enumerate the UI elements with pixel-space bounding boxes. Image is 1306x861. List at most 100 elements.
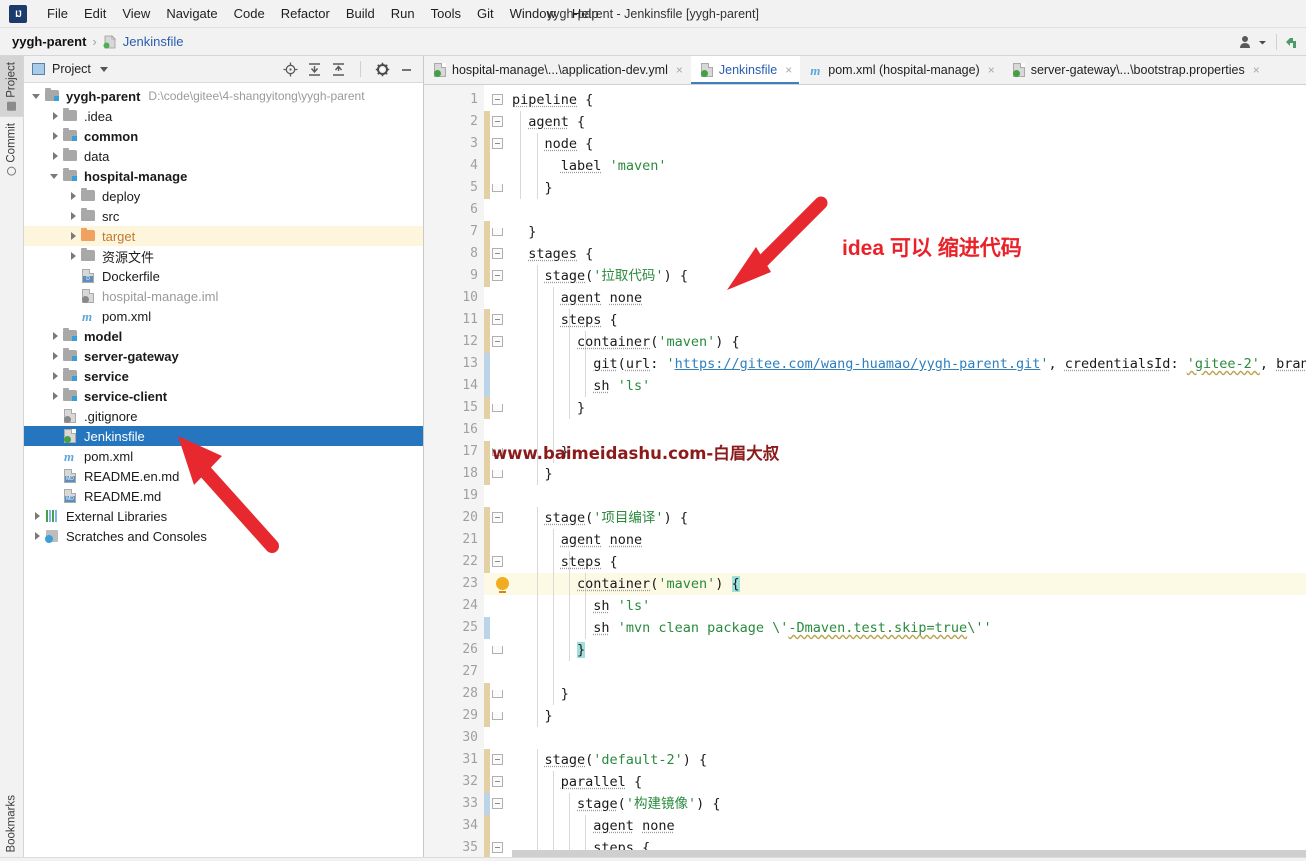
- tree-node-model[interactable]: model: [24, 326, 423, 346]
- code-folding-column[interactable]: [490, 85, 506, 861]
- code-line[interactable]: }: [512, 177, 553, 199]
- tree-node-common[interactable]: common: [24, 126, 423, 146]
- menu-tools[interactable]: Tools: [423, 3, 469, 24]
- menu-build[interactable]: Build: [338, 3, 383, 24]
- code-line[interactable]: container('maven') {: [512, 573, 740, 595]
- code-line[interactable]: }: [512, 683, 569, 705]
- tree-node-data[interactable]: data: [24, 146, 423, 166]
- tree-node-service[interactable]: service: [24, 366, 423, 386]
- tree-node-dockerfile[interactable]: D Dockerfile: [24, 266, 423, 286]
- sidebar-item-bookmarks[interactable]: Bookmarks: [0, 789, 23, 859]
- tree-node-server-gateway[interactable]: server-gateway: [24, 346, 423, 366]
- code-line[interactable]: stage('构建镜像') {: [512, 793, 720, 815]
- code-line[interactable]: agent none: [512, 529, 642, 551]
- code-line[interactable]: git(url: 'https://gitee.com/wang-huamao/…: [512, 353, 1306, 375]
- menu-refactor[interactable]: Refactor: [273, 3, 338, 24]
- fold-collapse-icon[interactable]: [492, 116, 503, 127]
- code-line[interactable]: agent none: [512, 815, 674, 837]
- fold-collapse-icon[interactable]: [492, 336, 503, 347]
- tree-node-target[interactable]: target: [24, 226, 423, 246]
- fold-collapse-icon[interactable]: [492, 754, 503, 765]
- chevron-down-icon[interactable]: [99, 66, 108, 72]
- tree-node-idea[interactable]: .idea: [24, 106, 423, 126]
- chevron-right-icon[interactable]: [68, 211, 79, 222]
- collapse-all-icon[interactable]: [331, 62, 346, 77]
- code-line[interactable]: agent none: [512, 287, 642, 309]
- code-line[interactable]: pipeline {: [512, 89, 593, 111]
- fold-collapse-icon[interactable]: [492, 94, 503, 105]
- code-line[interactable]: }: [512, 221, 536, 243]
- fold-end-icon[interactable]: [492, 470, 503, 478]
- code-line[interactable]: }: [512, 705, 553, 727]
- editor-tab-bar[interactable]: hospital-manage\...\application-dev.yml ×…: [424, 56, 1306, 85]
- chevron-right-icon[interactable]: [68, 231, 79, 242]
- code-line[interactable]: sh 'ls': [512, 595, 650, 617]
- chevron-right-icon[interactable]: [68, 191, 79, 202]
- menu-run[interactable]: Run: [383, 3, 423, 24]
- fold-end-icon[interactable]: [492, 712, 503, 720]
- code-line[interactable]: }: [512, 397, 585, 419]
- tree-node-[interactable]: 资源文件: [24, 246, 423, 266]
- chevron-right-icon[interactable]: [32, 531, 43, 542]
- fold-collapse-icon[interactable]: [492, 248, 503, 259]
- code-line[interactable]: stages {: [512, 243, 593, 265]
- editor-tab-jenkinsfile[interactable]: Jenkinsfile ×: [690, 56, 801, 84]
- tree-node-hospital-manage[interactable]: hospital-manage: [24, 166, 423, 186]
- fold-collapse-icon[interactable]: [492, 138, 503, 149]
- fold-end-icon[interactable]: [492, 184, 503, 192]
- menu-help[interactable]: Help: [564, 3, 607, 24]
- menu-code[interactable]: Code: [226, 3, 273, 24]
- code-line[interactable]: steps {: [512, 309, 618, 331]
- code-line[interactable]: container('maven') {: [512, 331, 740, 353]
- tree-node-yygh-parent[interactable]: yygh-parent D:\code\gitee\4-shangyitong\y…: [24, 86, 423, 106]
- settings-gear-icon[interactable]: [375, 62, 390, 77]
- user-icon[interactable]: [1235, 32, 1271, 52]
- code-line[interactable]: parallel {: [512, 771, 642, 793]
- editor-tab-hospital-manage-application-dev-yml[interactable]: hospital-manage\...\application-dev.yml ×: [424, 56, 691, 84]
- fold-end-icon[interactable]: [492, 404, 503, 412]
- fold-collapse-icon[interactable]: [492, 842, 503, 853]
- chevron-right-icon[interactable]: [68, 251, 79, 262]
- chevron-right-icon[interactable]: [50, 391, 61, 402]
- menu-window[interactable]: Window: [502, 3, 564, 24]
- chevron-right-icon[interactable]: [32, 511, 43, 522]
- code-line[interactable]: steps {: [512, 551, 618, 573]
- tree-node-pom-xml[interactable]: m pom.xml: [24, 306, 423, 326]
- vcs-update-icon[interactable]: [1282, 34, 1299, 51]
- code-line[interactable]: stage('default-2') {: [512, 749, 708, 771]
- fold-end-icon[interactable]: [492, 646, 503, 654]
- close-icon[interactable]: ×: [1253, 63, 1260, 77]
- intention-bulb-icon[interactable]: [496, 577, 509, 593]
- sidebar-item-commit[interactable]: Commit: [0, 117, 23, 182]
- fold-collapse-icon[interactable]: [492, 776, 503, 787]
- code-line[interactable]: stage('拉取代码') {: [512, 265, 688, 287]
- chevron-right-icon[interactable]: [50, 331, 61, 342]
- editor-gutter[interactable]: 1 2 3 4 5 6 7 8 9 10 11 12 13 14 15 16 17 18 19 20 21 22 23 24 2…: [424, 85, 484, 861]
- close-icon[interactable]: ×: [988, 63, 995, 77]
- code-line[interactable]: sh 'ls': [512, 375, 650, 397]
- tree-node-hospital-manage-iml[interactable]: hospital-manage.iml: [24, 286, 423, 306]
- editor-tab-pom-xml-hospital-manage[interactable]: m pom.xml (hospital-manage) ×: [800, 56, 1002, 84]
- code-line[interactable]: stage('项目编译') {: [512, 507, 688, 529]
- chevron-right-icon[interactable]: [50, 371, 61, 382]
- chevron-down-icon[interactable]: [50, 171, 61, 182]
- menu-edit[interactable]: Edit: [76, 3, 114, 24]
- code-line[interactable]: node {: [512, 133, 594, 155]
- close-icon[interactable]: ×: [676, 63, 683, 77]
- tree-node-deploy[interactable]: deploy: [24, 186, 423, 206]
- chevron-right-icon[interactable]: [50, 351, 61, 362]
- menu-view[interactable]: View: [114, 3, 158, 24]
- code-line[interactable]: sh 'mvn clean package \'-Dmaven.test.ski…: [512, 617, 991, 639]
- expand-all-icon[interactable]: [307, 62, 322, 77]
- menu-file[interactable]: File: [39, 3, 76, 24]
- fold-collapse-icon[interactable]: [492, 556, 503, 567]
- fold-collapse-icon[interactable]: [492, 314, 503, 325]
- fold-collapse-icon[interactable]: [492, 270, 503, 281]
- tree-node-src[interactable]: src: [24, 206, 423, 226]
- code-line[interactable]: }: [512, 463, 553, 485]
- code-editor[interactable]: 1 2 3 4 5 6 7 8 9 10 11 12 13 14 15 16 17 18 19 20 21 22 23 24 2…: [424, 85, 1306, 861]
- chevron-right-icon[interactable]: [50, 151, 61, 162]
- minimize-icon[interactable]: [399, 62, 414, 77]
- chevron-down-icon[interactable]: [32, 91, 43, 102]
- breadcrumb-file[interactable]: Jenkinsfile: [123, 34, 184, 49]
